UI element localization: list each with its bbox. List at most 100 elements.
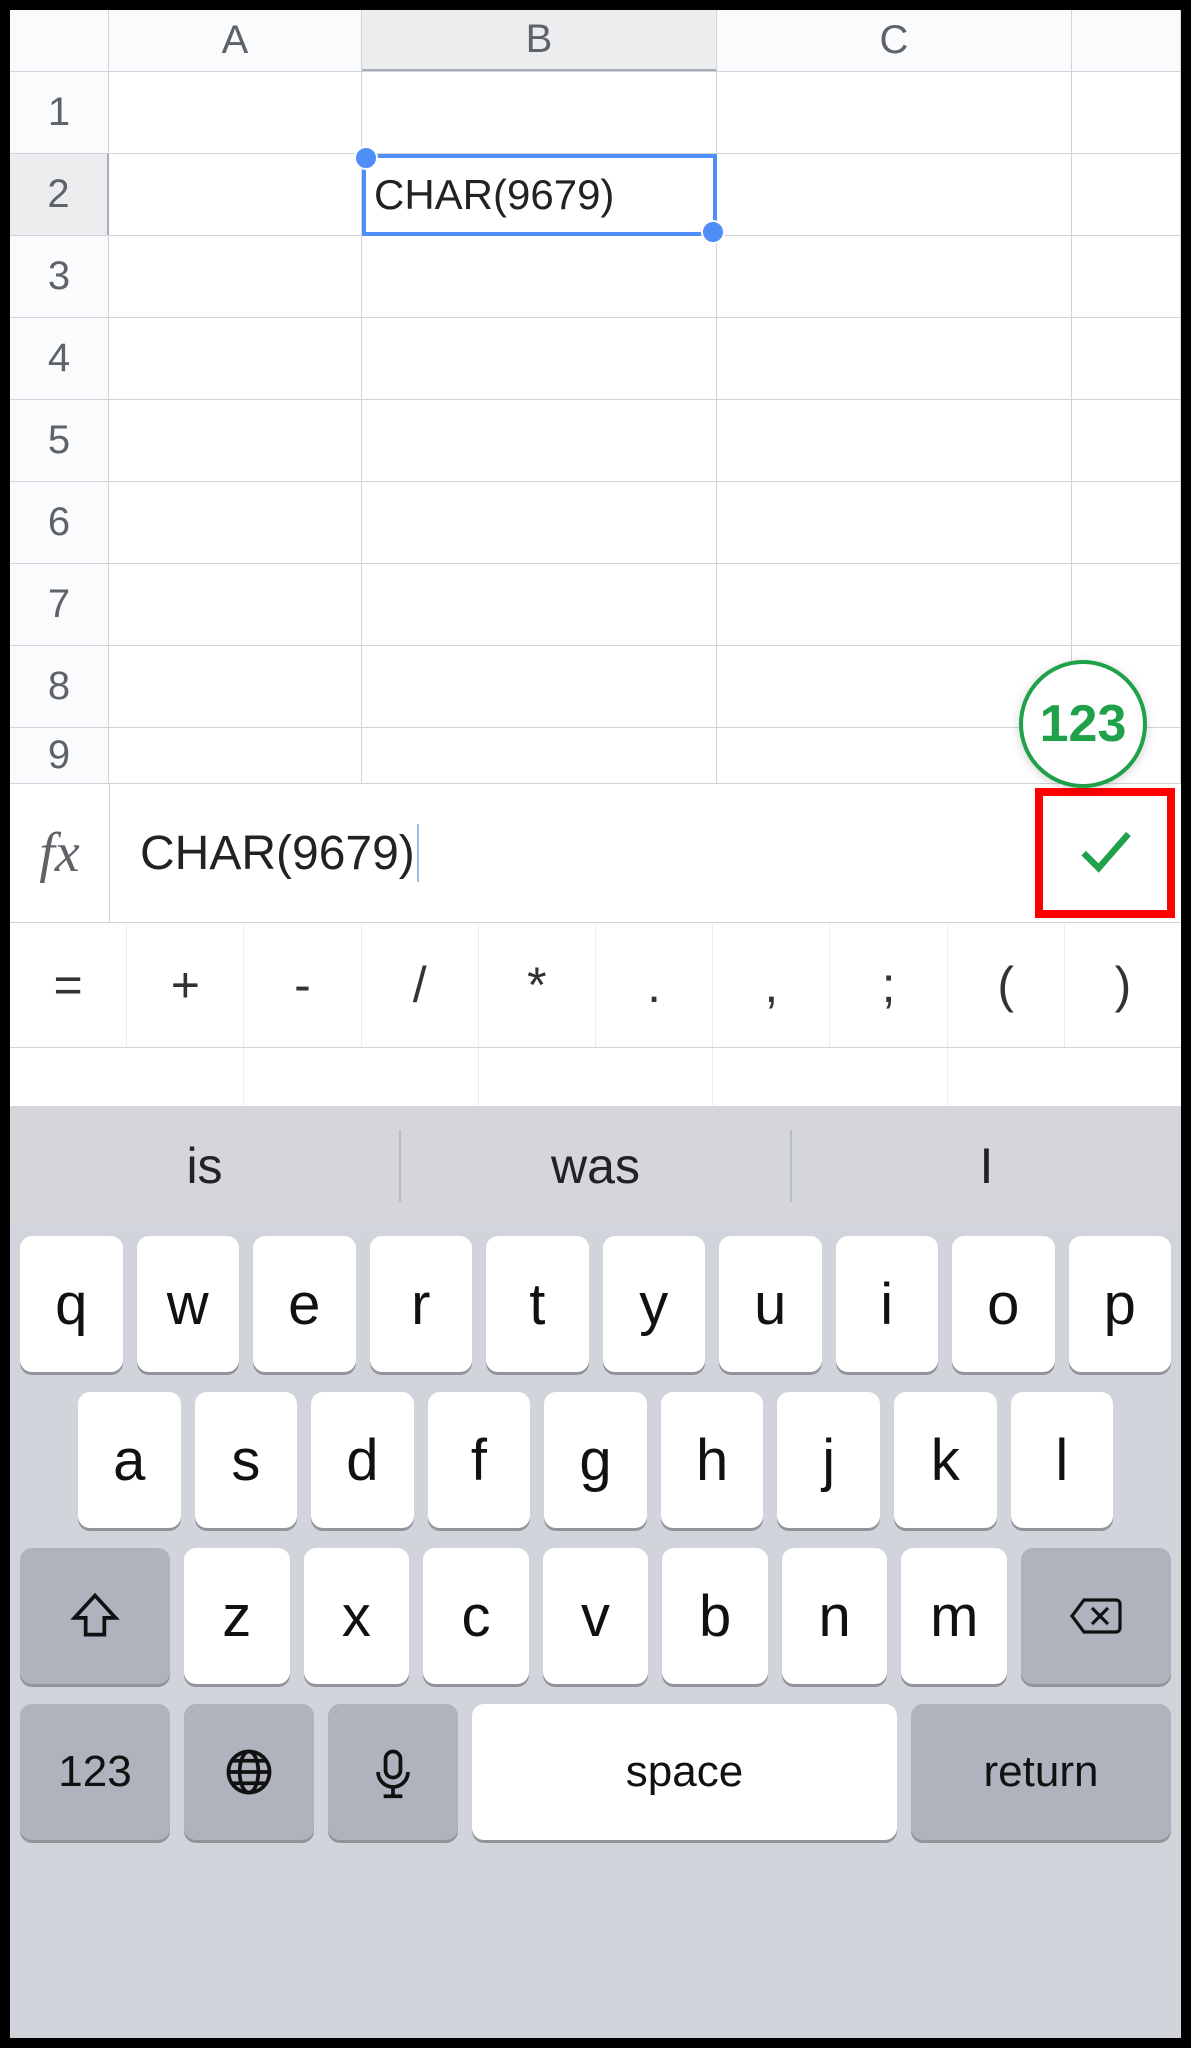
key-d[interactable]: d (311, 1392, 414, 1528)
numeric-keypad-toggle[interactable]: 123 (1019, 660, 1147, 788)
row-header-9[interactable]: 9 (10, 728, 109, 783)
cell-c3[interactable] (717, 236, 1072, 317)
row-header-8[interactable]: 8 (10, 646, 109, 727)
key-shift[interactable] (20, 1548, 170, 1684)
key-f[interactable]: f (428, 1392, 531, 1528)
formula-value-text: CHAR(9679) (140, 826, 415, 881)
op-dot[interactable]: . (595, 923, 712, 1047)
row-header-4[interactable]: 4 (10, 318, 109, 399)
cell-c2[interactable] (717, 154, 1072, 235)
cell-a2[interactable] (109, 154, 362, 235)
op-rparen[interactable]: ) (1064, 923, 1181, 1047)
cell-b8[interactable] (362, 646, 717, 727)
row-header-2[interactable]: 2 (10, 154, 109, 235)
key-p[interactable]: p (1069, 1236, 1172, 1372)
key-h[interactable]: h (661, 1392, 764, 1528)
cell-a3[interactable] (109, 236, 362, 317)
key-y[interactable]: y (603, 1236, 706, 1372)
key-x[interactable]: x (304, 1548, 410, 1684)
cell-b9[interactable] (362, 728, 717, 783)
cell-d3[interactable] (1072, 236, 1181, 317)
key-k[interactable]: k (894, 1392, 997, 1528)
column-header-a[interactable]: A (109, 10, 362, 71)
key-a[interactable]: a (78, 1392, 181, 1528)
key-space[interactable]: space (472, 1704, 897, 1840)
cell-d7[interactable] (1072, 564, 1181, 645)
cell-d2[interactable] (1072, 154, 1181, 235)
cell-d1[interactable] (1072, 72, 1181, 153)
cell-b4[interactable] (362, 318, 717, 399)
key-m[interactable]: m (901, 1548, 1007, 1684)
key-s[interactable]: s (195, 1392, 298, 1528)
cell-b3[interactable] (362, 236, 717, 317)
op-comma[interactable]: , (712, 923, 829, 1047)
grid-corner (10, 10, 109, 71)
row-header-3[interactable]: 3 (10, 236, 109, 317)
op-star[interactable]: * (478, 923, 595, 1047)
key-o[interactable]: o (952, 1236, 1055, 1372)
cell-b2[interactable]: CHAR(9679) (362, 154, 717, 235)
key-mic[interactable] (328, 1704, 458, 1840)
op-lparen[interactable]: ( (947, 923, 1064, 1047)
key-u[interactable]: u (719, 1236, 822, 1372)
cell-b1[interactable] (362, 72, 717, 153)
formula-bar: fx CHAR(9679) (10, 783, 1181, 923)
key-123[interactable]: 123 (20, 1704, 170, 1840)
op-equals[interactable]: = (10, 923, 126, 1047)
column-header-d[interactable] (1072, 10, 1181, 71)
column-header-c[interactable]: C (717, 10, 1072, 71)
cell-a6[interactable] (109, 482, 362, 563)
key-v[interactable]: v (543, 1548, 649, 1684)
formula-input[interactable]: CHAR(9679) (110, 824, 1035, 882)
key-t[interactable]: t (486, 1236, 589, 1372)
op-slash[interactable]: / (361, 923, 478, 1047)
key-globe[interactable] (184, 1704, 314, 1840)
key-w[interactable]: w (137, 1236, 240, 1372)
cell-a9[interactable] (109, 728, 362, 783)
cell-c5[interactable] (717, 400, 1072, 481)
row-header-7[interactable]: 7 (10, 564, 109, 645)
cell-a7[interactable] (109, 564, 362, 645)
op-semicolon[interactable]: ; (829, 923, 946, 1047)
key-r[interactable]: r (370, 1236, 473, 1372)
key-q[interactable]: q (20, 1236, 123, 1372)
cell-a8[interactable] (109, 646, 362, 727)
cell-a1[interactable] (109, 72, 362, 153)
row-header-6[interactable]: 6 (10, 482, 109, 563)
cell-b7[interactable] (362, 564, 717, 645)
cell-c1[interactable] (717, 72, 1072, 153)
key-j[interactable]: j (777, 1392, 880, 1528)
cell-a5[interactable] (109, 400, 362, 481)
cell-c9[interactable] (717, 728, 1072, 783)
suggestion-2[interactable]: was (401, 1106, 790, 1226)
key-b[interactable]: b (662, 1548, 768, 1684)
cell-d6[interactable] (1072, 482, 1181, 563)
row-header-5[interactable]: 5 (10, 400, 109, 481)
key-e[interactable]: e (253, 1236, 356, 1372)
suggestion-1[interactable]: is (10, 1106, 399, 1226)
cell-b6[interactable] (362, 482, 717, 563)
cell-d5[interactable] (1072, 400, 1181, 481)
cell-c4[interactable] (717, 318, 1072, 399)
confirm-button[interactable] (1073, 819, 1137, 888)
row-5: 5 (10, 400, 1181, 482)
key-i[interactable]: i (836, 1236, 939, 1372)
op-plus[interactable]: + (126, 923, 243, 1047)
column-header-b[interactable]: B (362, 10, 717, 71)
suggestion-3[interactable]: I (792, 1106, 1181, 1226)
cell-b5[interactable] (362, 400, 717, 481)
cell-d4[interactable] (1072, 318, 1181, 399)
key-g[interactable]: g (544, 1392, 647, 1528)
key-backspace[interactable] (1021, 1548, 1171, 1684)
key-z[interactable]: z (184, 1548, 290, 1684)
key-return[interactable]: return (911, 1704, 1171, 1840)
key-c[interactable]: c (423, 1548, 529, 1684)
cell-c7[interactable] (717, 564, 1072, 645)
key-l[interactable]: l (1011, 1392, 1114, 1528)
checkmark-icon (1073, 819, 1137, 883)
cell-c6[interactable] (717, 482, 1072, 563)
op-minus[interactable]: - (243, 923, 360, 1047)
cell-a4[interactable] (109, 318, 362, 399)
row-header-1[interactable]: 1 (10, 72, 109, 153)
key-n[interactable]: n (782, 1548, 888, 1684)
